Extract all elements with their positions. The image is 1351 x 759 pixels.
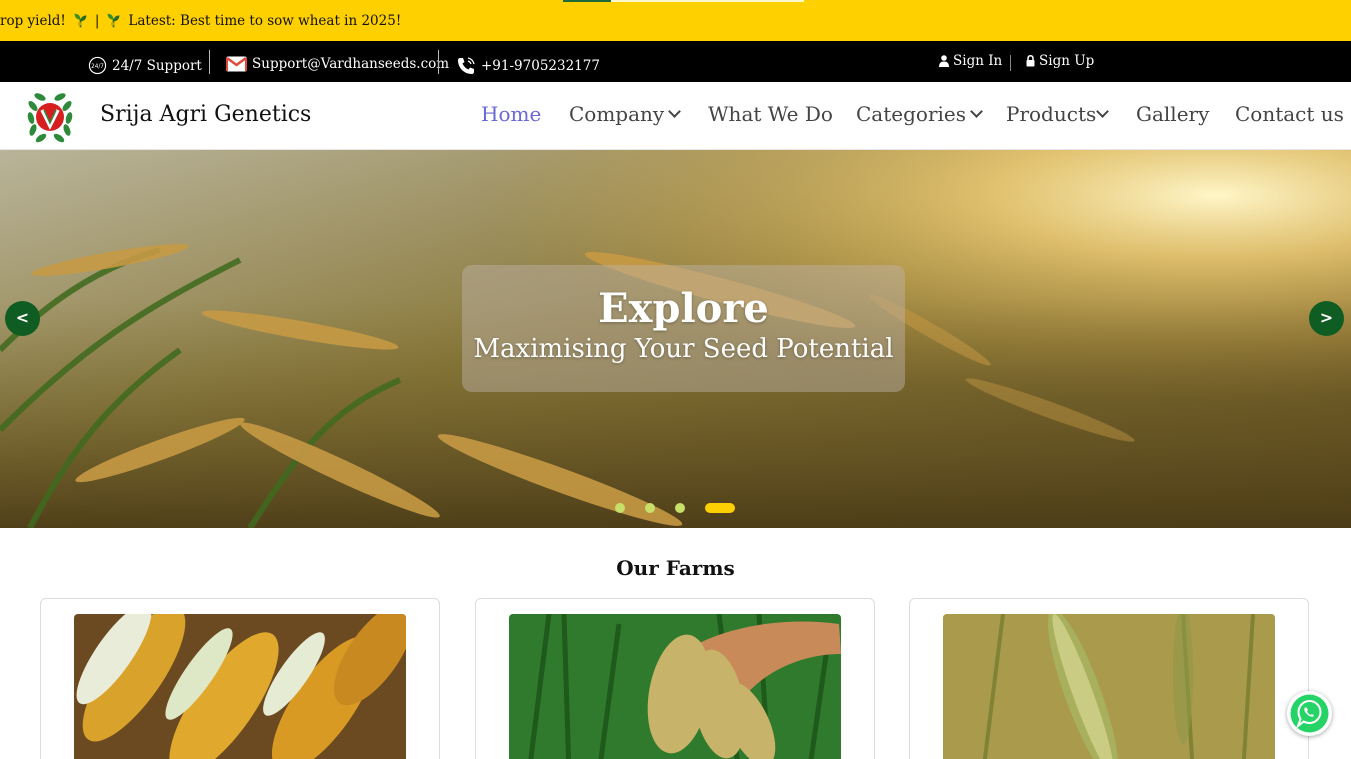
email-link[interactable]: Support@Vardhanseeds.com bbox=[226, 56, 449, 72]
hero-caption: Explore Maximising Your Seed Potential bbox=[462, 265, 905, 392]
carousel-indicators bbox=[615, 503, 735, 513]
sign-in-label: Sign In bbox=[953, 53, 1003, 69]
nav-gallery[interactable]: Gallery bbox=[1136, 102, 1209, 126]
email-label: Support@Vardhanseeds.com bbox=[252, 56, 450, 72]
nav-gallery-label: Gallery bbox=[1136, 102, 1210, 126]
support-24-7-icon: 24/7 bbox=[88, 56, 107, 75]
nav-company[interactable]: Company bbox=[569, 102, 682, 126]
carousel-dot-active[interactable] bbox=[705, 503, 735, 513]
ticker-accent bbox=[563, 0, 611, 2]
hero-title: Explore bbox=[598, 285, 769, 332]
farm-card-image-rice bbox=[509, 614, 841, 759]
ticker-text: rop yield! | Latest: Best time to sow wh… bbox=[0, 12, 401, 29]
brand-name[interactable]: Srija Agri Genetics bbox=[100, 102, 311, 127]
section-title: Our Farms bbox=[616, 556, 735, 580]
support-item: 24/7 24/7 Support bbox=[88, 56, 202, 75]
nav-categories-label: Categories bbox=[856, 102, 966, 126]
mail-icon bbox=[226, 56, 247, 72]
nav-home[interactable]: Home bbox=[481, 102, 541, 126]
nav-what-we-do-label: What We Do bbox=[708, 102, 833, 126]
nav-company-label: Company bbox=[569, 102, 665, 126]
news-ticker: rop yield! | Latest: Best time to sow wh… bbox=[0, 0, 1351, 41]
nav-home-label: Home bbox=[481, 102, 542, 126]
main-navbar: Srija Agri Genetics Home Company What We… bbox=[0, 82, 1351, 150]
nav-categories[interactable]: Categories bbox=[856, 102, 983, 126]
farm-card[interactable] bbox=[909, 598, 1309, 759]
hero-subtitle: Maximising Your Seed Potential bbox=[473, 334, 894, 364]
sprout-icon bbox=[107, 13, 120, 28]
svg-text:24/7: 24/7 bbox=[91, 64, 104, 70]
carousel-dot[interactable] bbox=[615, 503, 625, 513]
support-label: 24/7 Support bbox=[112, 57, 202, 74]
chevron-down-icon bbox=[668, 105, 682, 118]
ticker-item-2: Latest: Best time to sow wheat in 2025! bbox=[128, 12, 402, 29]
phone-link[interactable]: +91-9705232177 bbox=[456, 56, 600, 76]
farm-card-image-wheat bbox=[943, 614, 1275, 759]
hero-carousel: Explore Maximising Your Seed Potential <… bbox=[0, 150, 1351, 528]
sprout-icon bbox=[74, 13, 87, 28]
nav-what-we-do[interactable]: What We Do bbox=[708, 102, 833, 126]
nav-contact-label: Contact us bbox=[1235, 102, 1344, 126]
wheat-image bbox=[943, 614, 1275, 759]
user-icon bbox=[939, 55, 949, 67]
nav-products-label: Products bbox=[1006, 102, 1097, 126]
carousel-prev-button[interactable]: < bbox=[5, 301, 40, 336]
farm-card[interactable] bbox=[40, 598, 440, 759]
carousel-dot[interactable] bbox=[675, 503, 685, 513]
corn-image bbox=[74, 614, 406, 759]
nav-contact[interactable]: Contact us bbox=[1235, 102, 1344, 126]
nav-products[interactable]: Products bbox=[1006, 102, 1110, 126]
divider bbox=[1010, 55, 1011, 71]
ticker-accent-light bbox=[611, 0, 804, 2]
company-logo[interactable] bbox=[22, 88, 78, 144]
whatsapp-icon bbox=[1290, 694, 1329, 733]
phone-icon bbox=[458, 57, 475, 74]
sign-up-link[interactable]: Sign Up bbox=[1026, 53, 1094, 69]
farm-card-image-corn bbox=[74, 614, 406, 759]
whatsapp-button[interactable] bbox=[1287, 691, 1332, 736]
sign-up-label: Sign Up bbox=[1039, 53, 1095, 69]
ticker-separator: | bbox=[94, 12, 100, 29]
lock-icon bbox=[1026, 55, 1035, 67]
phone-label: +91-9705232177 bbox=[481, 58, 600, 74]
contact-bar: 24/7 24/7 Support Support@Vardhanseeds.c… bbox=[0, 41, 1351, 82]
chevron-down-icon bbox=[1096, 105, 1110, 118]
carousel-dot[interactable] bbox=[645, 503, 655, 513]
farm-card[interactable] bbox=[475, 598, 875, 759]
chevron-down-icon bbox=[970, 105, 983, 118]
rice-hand-image bbox=[509, 614, 841, 759]
ticker-item-1: rop yield! bbox=[0, 12, 66, 29]
divider bbox=[438, 50, 439, 74]
sign-in-link[interactable]: Sign In bbox=[939, 53, 1002, 69]
divider bbox=[209, 50, 210, 74]
carousel-next-button[interactable]: > bbox=[1309, 301, 1344, 336]
